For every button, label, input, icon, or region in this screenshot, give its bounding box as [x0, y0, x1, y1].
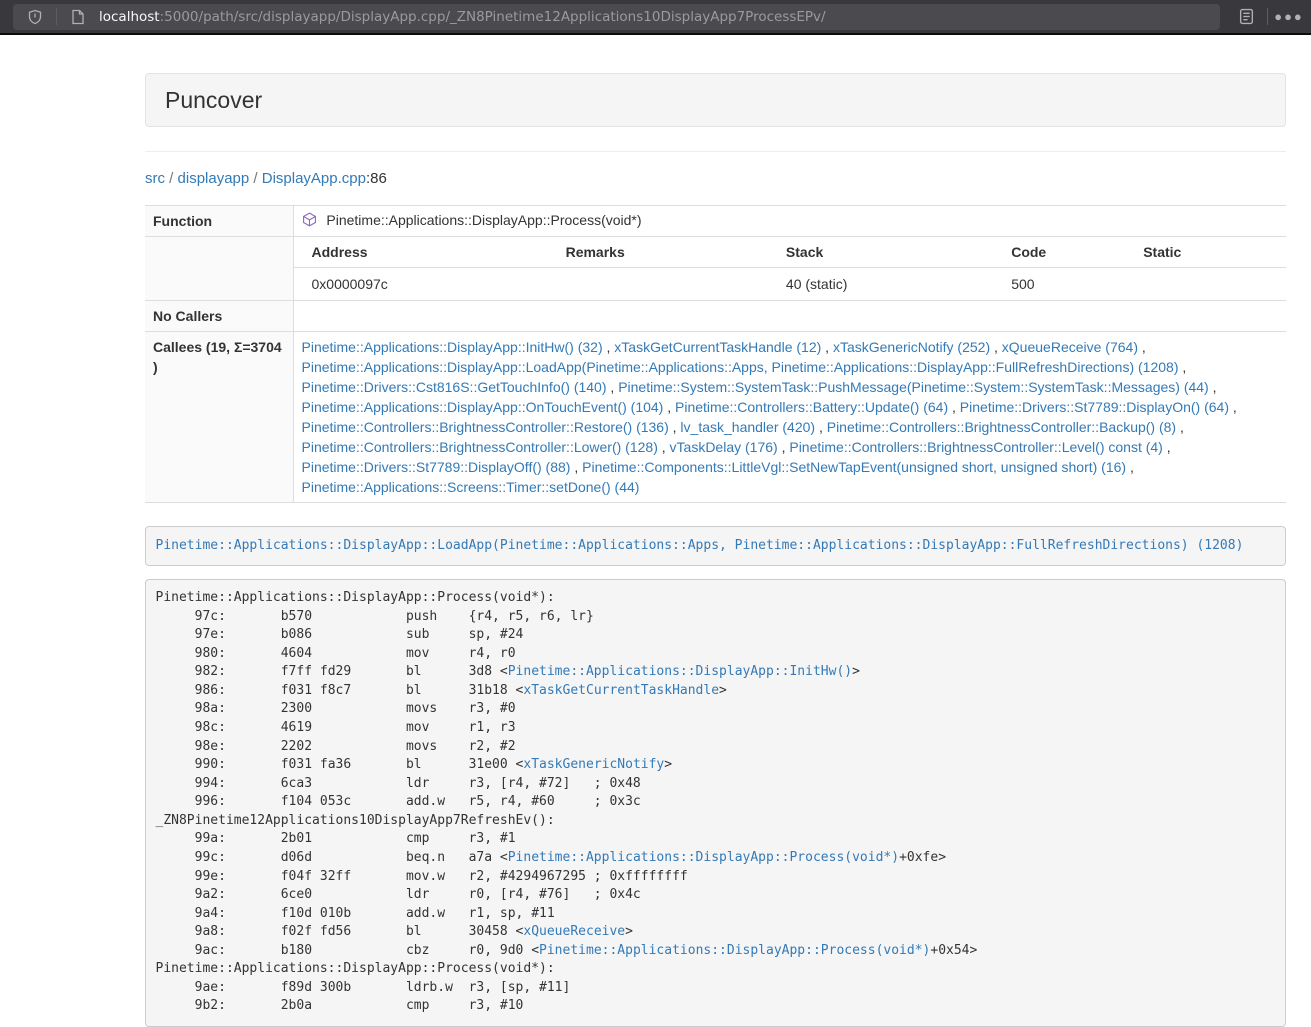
toolbar-divider	[56, 8, 57, 25]
menu-dots-icon[interactable]: ●●●	[1277, 5, 1301, 29]
col-address: Address	[294, 237, 548, 268]
callee-link[interactable]: Pinetime::Controllers::BrightnessControl…	[827, 419, 1176, 435]
function-label: Function	[145, 206, 293, 237]
breadcrumb: src / displayapp / DisplayApp.cpp:86	[145, 170, 1286, 187]
reader-mode-icon[interactable]	[1234, 5, 1258, 29]
toolbar-divider	[1267, 8, 1268, 25]
callee-link[interactable]: Pinetime::System::SystemTask::PushMessag…	[618, 379, 1209, 395]
code-size-value: 500	[993, 268, 1125, 301]
table-row-callers: No Callers	[145, 301, 1286, 332]
page-icon[interactable]	[66, 5, 90, 29]
callee-link[interactable]: Pinetime::Controllers::Battery::Update()…	[675, 399, 948, 415]
callee-link[interactable]: Pinetime::Applications::DisplayApp::OnTo…	[302, 399, 664, 415]
table-row-callees: Callees (19, Σ=3704 ) Pinetime::Applicat…	[145, 332, 1286, 503]
callee-link[interactable]: lv_task_handler (420)	[680, 419, 815, 435]
code-symbol-link[interactable]: Pinetime::Applications::DisplayApp::Proc…	[539, 943, 930, 958]
callee-link[interactable]: xQueueReceive (764)	[1002, 339, 1138, 355]
cube-icon	[302, 214, 321, 230]
code-symbol-link[interactable]: Pinetime::Applications::DisplayApp::Init…	[508, 664, 852, 679]
callee-link[interactable]: Pinetime::Applications::DisplayApp::Load…	[302, 359, 1179, 375]
table-row-metrics: Address Remarks Stack Code Static 0x0000…	[145, 237, 1286, 301]
callee-link[interactable]: Pinetime::Controllers::BrightnessControl…	[302, 419, 669, 435]
code-symbol-link[interactable]: xTaskGetCurrentTaskHandle	[523, 683, 719, 698]
callee-link[interactable]: Pinetime::Applications::DisplayApp::Init…	[302, 339, 603, 355]
breadcrumb-link[interactable]: src	[145, 170, 165, 187]
metrics-header-row: Address Remarks Stack Code Static	[294, 237, 1287, 268]
function-name: Pinetime::Applications::DisplayApp::Proc…	[326, 212, 641, 228]
static-value	[1125, 268, 1286, 301]
url-path: :5000/path/src/displayapp/DisplayApp.cpp…	[160, 9, 826, 25]
breadcrumb-separator: /	[165, 170, 178, 187]
breadcrumb-link[interactable]: displayapp	[178, 170, 250, 187]
breadcrumb-line-number: :86	[366, 170, 387, 187]
table-row-function: Function Pinetime::Applications::Display…	[145, 206, 1286, 237]
callee-link[interactable]: xTaskGenericNotify (252)	[833, 339, 990, 355]
stack-value: 40 (static)	[768, 268, 993, 301]
page-content: Puncover src / displayapp / DisplayApp.c…	[145, 73, 1286, 1027]
url-text: localhost:5000/path/src/displayapp/Displ…	[99, 9, 826, 25]
code-symbol-link[interactable]: xTaskGenericNotify	[523, 757, 664, 772]
no-callers-label: No Callers	[145, 301, 293, 332]
col-remarks: Remarks	[548, 237, 768, 268]
empty-label-cell	[145, 237, 293, 301]
selected-callee-link[interactable]: Pinetime::Applications::DisplayApp::Load…	[156, 538, 1244, 553]
callee-link[interactable]: Pinetime::Drivers::St7789::DisplayOn() (…	[960, 399, 1229, 415]
breadcrumb-separator: /	[249, 170, 262, 187]
app-header: Puncover	[145, 73, 1286, 127]
remarks-value	[548, 268, 768, 301]
disassembly-code: Pinetime::Applications::DisplayApp::Proc…	[145, 579, 1286, 1027]
callee-link[interactable]: Pinetime::Controllers::BrightnessControl…	[789, 439, 1162, 455]
metrics-value-row: 0x0000097c 40 (static) 500	[294, 268, 1287, 301]
function-table: Function Pinetime::Applications::Display…	[145, 205, 1286, 503]
address-value: 0x0000097c	[294, 268, 548, 301]
col-static: Static	[1125, 237, 1286, 268]
selected-callee-box: Pinetime::Applications::DisplayApp::Load…	[145, 526, 1286, 566]
url-host: localhost	[99, 9, 160, 25]
callee-link[interactable]: Pinetime::Drivers::Cst816S::GetTouchInfo…	[302, 379, 607, 395]
col-stack: Stack	[768, 237, 993, 268]
callees-list: Pinetime::Applications::DisplayApp::Init…	[293, 332, 1286, 503]
callers-cell	[293, 301, 1286, 332]
shield-icon[interactable]	[23, 5, 47, 29]
breadcrumb-link[interactable]: DisplayApp.cpp	[262, 170, 366, 187]
browser-toolbar: localhost:5000/path/src/displayapp/Displ…	[0, 0, 1311, 35]
callee-link[interactable]: xTaskGetCurrentTaskHandle (12)	[614, 339, 821, 355]
page-title: Puncover	[165, 87, 262, 114]
callee-link[interactable]: vTaskDelay (176)	[670, 439, 778, 455]
metrics-table: Address Remarks Stack Code Static 0x0000…	[294, 237, 1287, 300]
divider	[145, 151, 1286, 152]
function-name-cell: Pinetime::Applications::DisplayApp::Proc…	[293, 206, 1286, 237]
callee-link[interactable]: Pinetime::Drivers::St7789::DisplayOff() …	[302, 459, 571, 475]
callee-link[interactable]: Pinetime::Controllers::BrightnessControl…	[302, 439, 658, 455]
callee-link[interactable]: Pinetime::Applications::Screens::Timer::…	[302, 479, 640, 495]
code-symbol-link[interactable]: xQueueReceive	[523, 924, 625, 939]
code-symbol-link[interactable]: Pinetime::Applications::DisplayApp::Proc…	[508, 850, 899, 865]
callees-label: Callees (19, Σ=3704 )	[145, 332, 293, 503]
url-bar[interactable]: localhost:5000/path/src/displayapp/Displ…	[13, 4, 1220, 30]
callee-link[interactable]: Pinetime::Components::LittleVgl::SetNewT…	[582, 459, 1126, 475]
col-code: Code	[993, 237, 1125, 268]
